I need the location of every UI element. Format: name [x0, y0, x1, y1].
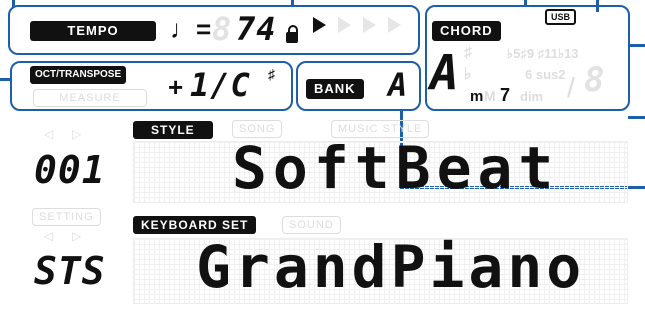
setting-down-icon: ▷: [72, 229, 82, 243]
leader-line: [0, 78, 12, 81]
setting-up-icon: ◁: [44, 229, 54, 243]
tab-sound: SOUND: [282, 216, 341, 234]
tempo-value: 74: [236, 10, 277, 48]
chord-minor: m: [470, 88, 484, 105]
setting-number: STS: [34, 249, 106, 293]
chord-extensions: ♭5♯9 ♯11♭13: [507, 46, 579, 61]
chord-flat: ♭: [464, 66, 472, 83]
setting-label: SETTING: [32, 208, 101, 226]
tab-keyboard-set: KEYBOARD SET: [133, 216, 257, 234]
oct-sharp: ♯: [268, 66, 275, 82]
play-icon: [313, 17, 326, 33]
chord-root: A: [430, 45, 460, 101]
oct-sign: +: [168, 72, 184, 102]
chord-sus: 6 sus2: [525, 67, 566, 82]
oct-value: 1/C: [190, 66, 251, 104]
style-up-icon: ◁: [44, 127, 54, 141]
bank-value: A: [388, 66, 409, 104]
chord-bass: 8: [584, 60, 606, 100]
tab-style: STYLE: [133, 121, 213, 139]
oct-label: OCT/TRANSPOSE: [30, 66, 127, 84]
play-ghost-icon: [388, 17, 401, 33]
play-ghost-icon: [338, 17, 351, 33]
style-number: 001: [34, 148, 106, 192]
lock-icon: [286, 25, 298, 43]
tempo-ghost-digit: 8: [212, 10, 233, 48]
bank-label: BANK: [306, 79, 364, 99]
leader-line: [628, 116, 645, 119]
setting-name: GrandPiano: [196, 233, 586, 301]
measure-label: MEASURE: [33, 89, 147, 107]
style-name: SoftBeat: [232, 134, 560, 202]
tempo-label: TEMPO: [30, 21, 156, 41]
leader-line: [291, 0, 294, 7]
leader-line: [12, 0, 15, 7]
chord-slash: /: [567, 72, 575, 103]
leader-line: [596, 0, 599, 12]
leader-line: [524, 0, 527, 7]
usb-icon: USB: [545, 9, 577, 25]
chord-major: M: [484, 88, 496, 104]
play-ghost-icon: [363, 17, 376, 33]
leader-line: [628, 44, 645, 47]
note-icon: ♩=: [170, 14, 212, 44]
chord-sharp: ♯: [464, 44, 472, 61]
chord-seventh: 7: [500, 85, 511, 105]
style-down-icon: ▷: [72, 127, 82, 141]
chord-dim: dim: [520, 89, 544, 104]
chord-label: CHORD: [432, 21, 501, 41]
